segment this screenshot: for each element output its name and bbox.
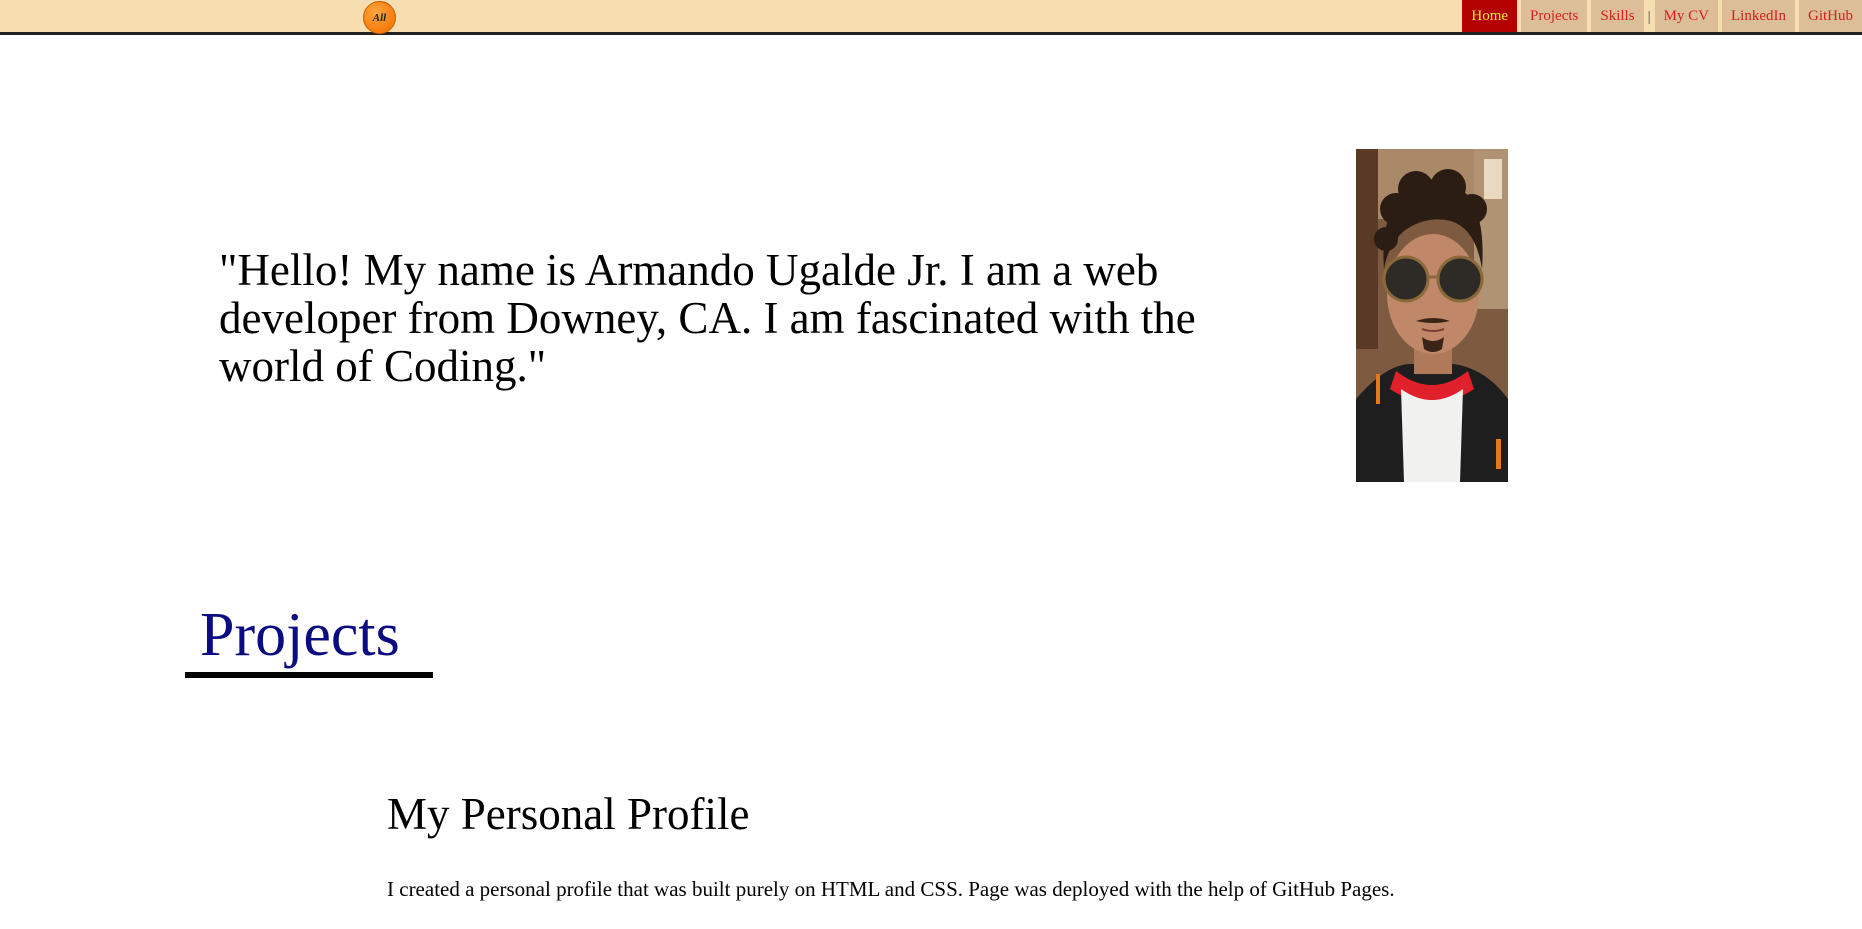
project-description: I created a personal profile that was bu… [387,877,1395,901]
nav-link-label: Projects [1530,7,1579,24]
nav-link-linkedin[interactable]: LinkedIn [1722,0,1795,35]
nav-link-label: GitHub [1808,7,1853,24]
nav-separator: | [1647,9,1651,25]
nav-link-projects[interactable]: Projects [1521,0,1588,35]
projects-heading: Projects [185,600,433,678]
site-logo[interactable]: All [363,1,396,34]
profile-photo [1356,149,1508,482]
logo-text: All [372,11,387,24]
nav-link-skills[interactable]: Skills [1591,0,1644,35]
project-title: My Personal Profile [387,789,750,839]
nav-link-label: My CV [1663,7,1710,24]
nav-link-label: LinkedIn [1731,7,1786,24]
top-navbar: All Home Projects Skills | My CV LinkedI… [0,0,1862,35]
nav-links: Home Projects Skills | My CV LinkedIn Gi… [1458,0,1862,35]
nav-link-label: Home [1471,7,1509,24]
intro-quote: "Hello! My name is Armando Ugalde Jr. I … [219,245,1196,391]
nav-link-github[interactable]: GitHub [1799,0,1862,35]
nav-link-home[interactable]: Home [1462,0,1518,35]
person-photo-icon [1356,149,1508,482]
nav-link-label: Skills [1600,7,1635,24]
nav-link-my-cv[interactable]: My CV [1654,0,1719,35]
